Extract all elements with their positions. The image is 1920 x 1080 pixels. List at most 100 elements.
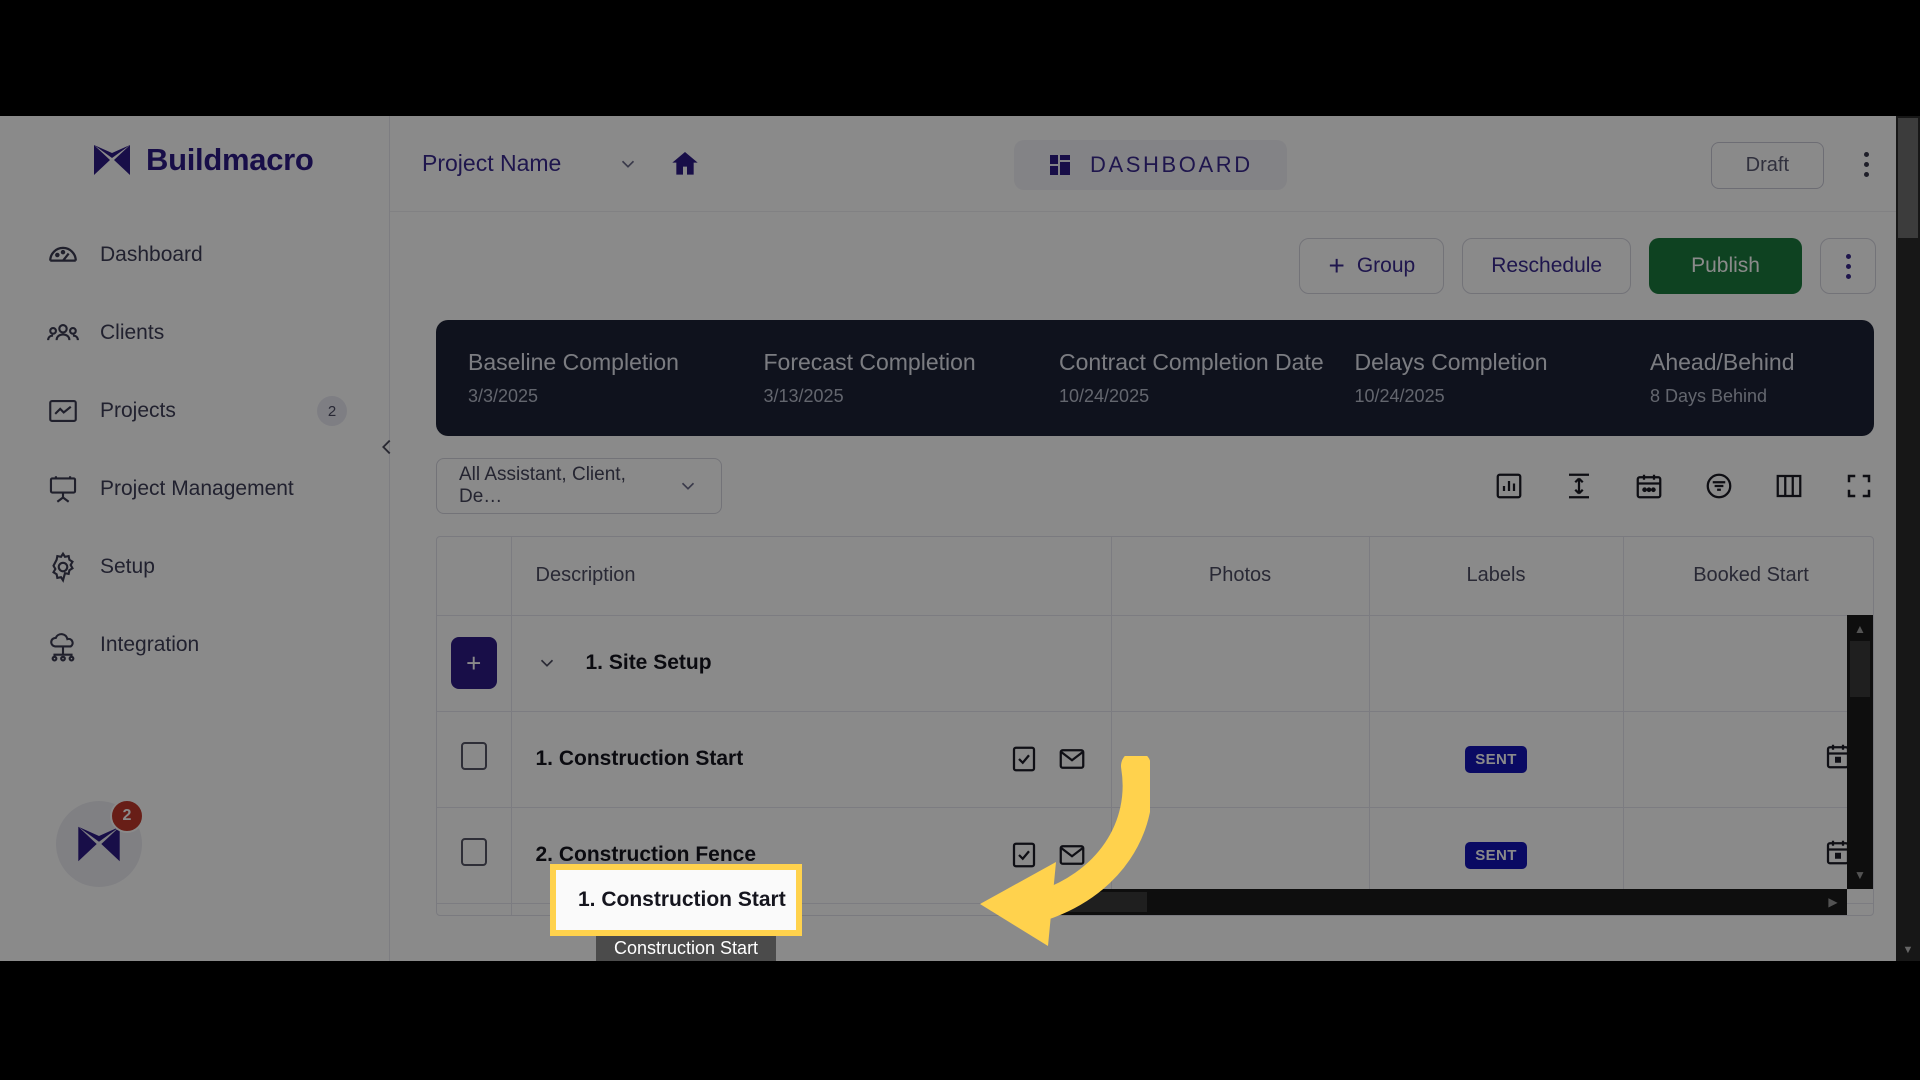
stat-label: Forecast Completion	[763, 349, 976, 375]
row-labels-cell: SENT	[1369, 711, 1624, 808]
assignee-filter-select[interactable]: All Assistant, Client, De…	[436, 458, 722, 514]
empty-select-cell	[437, 903, 512, 915]
fullscreen-icon[interactable]	[1844, 471, 1874, 501]
stat-contract-completion-date: Contract Completion Date 10/24/2025	[1055, 349, 1351, 407]
stat-value: 10/24/2025	[1354, 386, 1445, 406]
column-booked-start[interactable]: Booked Start	[1623, 537, 1873, 616]
completion-stats-bar: Baseline Completion 3/3/2025 Forecast Co…	[436, 320, 1874, 436]
sidebar-badge-projects: 2	[317, 396, 347, 426]
stat-value: 3/13/2025	[763, 386, 844, 406]
stat-value: 3/3/2025	[468, 386, 539, 406]
plus-icon: +	[1328, 250, 1345, 281]
more-actions-button[interactable]	[1820, 238, 1876, 294]
draft-button[interactable]: Draft	[1710, 142, 1824, 189]
column-labels[interactable]: Labels	[1369, 537, 1624, 616]
tab-dashboard[interactable]: DASHBOARD	[1014, 140, 1287, 190]
group-title: 1. Site Setup	[585, 651, 712, 674]
group-add-cell: +	[437, 615, 512, 712]
reschedule-button[interactable]: Reschedule	[1462, 238, 1632, 294]
page-scrollbar[interactable]: ▼	[1896, 116, 1920, 961]
filter-circle-icon[interactable]	[1704, 471, 1734, 501]
highlight-box: 1. Construction Start	[550, 864, 802, 936]
stat-delays-completion: Delays Completion 10/24/2025	[1351, 349, 1647, 407]
sidebar-item-label: Clients	[100, 321, 165, 344]
scroll-right-icon[interactable]: ▶	[1821, 889, 1845, 915]
assignee-filter-value: All Assistant, Client, De…	[459, 464, 626, 507]
row-height-icon[interactable]	[1564, 471, 1594, 501]
top-header: Project Name DASHBOARD Draft	[390, 116, 1920, 212]
table-row[interactable]: 1. Construction Start SENT	[437, 711, 1873, 808]
sidebar-item-project-management[interactable]: Project Management	[0, 450, 389, 528]
easel-board-icon	[46, 472, 80, 506]
add-task-button[interactable]: +	[450, 637, 497, 689]
gear-icon	[46, 550, 80, 584]
stat-forecast-completion: Forecast Completion 3/13/2025	[760, 349, 1056, 407]
vertical-scroll-thumb[interactable]	[1850, 641, 1870, 697]
curved-arrow-left-icon	[980, 756, 1150, 946]
publish-button[interactable]: Publish	[1649, 238, 1802, 294]
table-vertical-scrollbar[interactable]: ▲ ▼	[1847, 615, 1873, 889]
brand-name: Buildmacro	[146, 142, 314, 177]
stat-value: 10/24/2025	[1059, 386, 1150, 406]
sidebar-nav: Dashboard Clients Projects 2 Project Man…	[0, 216, 389, 684]
filter-toolbar: All Assistant, Client, De…	[390, 436, 1920, 536]
add-group-label: Group	[1356, 254, 1416, 277]
chevron-down-icon	[617, 153, 639, 175]
chevron-down-icon	[677, 475, 699, 497]
sidebar-item-clients[interactable]: Clients	[0, 294, 389, 372]
group-photos-cell	[1111, 615, 1370, 712]
sidebar-item-label: Dashboard	[100, 243, 203, 266]
sidebar-item-label: Projects	[100, 399, 176, 422]
sidebar-item-label: Setup	[100, 555, 155, 578]
avatar-notification-badge: 2	[110, 799, 144, 833]
bar-chart-icon[interactable]	[1494, 471, 1524, 501]
chevron-down-icon[interactable]	[536, 652, 558, 674]
cloud-network-icon	[46, 628, 80, 662]
project-selector[interactable]: Project Name	[422, 150, 639, 177]
add-group-button[interactable]: + Group	[1299, 238, 1445, 294]
tab-dashboard-label: DASHBOARD	[1090, 152, 1253, 177]
status-badge: SENT	[1465, 841, 1527, 869]
highlight-label: 1. Construction Start	[578, 888, 786, 911]
stat-ahead-behind: Ahead/Behind 8 Days Behind	[1646, 349, 1846, 407]
brand-logo[interactable]: Buildmacro	[0, 116, 389, 178]
row-select-cell	[437, 711, 512, 808]
sidebar-item-label: Integration	[100, 633, 200, 656]
people-group-icon	[46, 316, 80, 350]
sidebar-item-label: Project Management	[100, 477, 294, 500]
more-vertical-icon[interactable]	[1852, 144, 1880, 184]
page-scroll-track[interactable]	[1896, 116, 1920, 939]
status-badge: SENT	[1465, 745, 1527, 773]
sidebar-item-setup[interactable]: Setup	[0, 528, 389, 606]
stat-label: Baseline Completion	[468, 349, 679, 375]
chevron-left-icon[interactable]	[376, 436, 398, 458]
buildmacro-logo-icon	[92, 143, 132, 177]
sidebar-item-integration[interactable]: Integration	[0, 606, 389, 684]
table-group-row: + 1. Site Setup	[437, 615, 1873, 712]
speedometer-icon	[46, 238, 80, 272]
scroll-up-icon[interactable]: ▲	[1847, 617, 1873, 641]
stat-label: Delays Completion	[1354, 349, 1548, 375]
home-icon[interactable]	[669, 148, 701, 180]
columns-icon[interactable]	[1774, 471, 1804, 501]
group-booked-cell	[1623, 615, 1873, 712]
sidebar: Buildmacro Dashboard Clients Projects 2 …	[0, 116, 391, 961]
page-scroll-thumb[interactable]	[1898, 118, 1918, 238]
buildmacro-logo-icon	[78, 826, 120, 862]
avatar[interactable]: 2	[56, 799, 144, 887]
checkbox-empty-icon[interactable]	[460, 742, 487, 770]
tasks-table: Description Photos Labels Booked Start +	[437, 537, 1873, 915]
checkbox-empty-icon[interactable]	[460, 838, 487, 866]
group-title-cell: 1. Site Setup	[511, 615, 1112, 712]
row-select-cell	[437, 807, 512, 904]
sidebar-item-dashboard[interactable]: Dashboard	[0, 216, 389, 294]
chart-box-icon	[46, 394, 80, 428]
stat-value: 8 Days Behind	[1650, 386, 1768, 406]
column-photos[interactable]: Photos	[1111, 537, 1370, 616]
sidebar-item-projects[interactable]: Projects 2	[0, 372, 389, 450]
scroll-down-icon[interactable]: ▼	[1847, 863, 1873, 887]
calendar-icon[interactable]	[1634, 471, 1664, 501]
column-description[interactable]: Description	[511, 537, 1112, 616]
stat-label: Contract Completion Date	[1059, 349, 1324, 375]
page-scroll-down-icon[interactable]: ▼	[1896, 939, 1920, 961]
